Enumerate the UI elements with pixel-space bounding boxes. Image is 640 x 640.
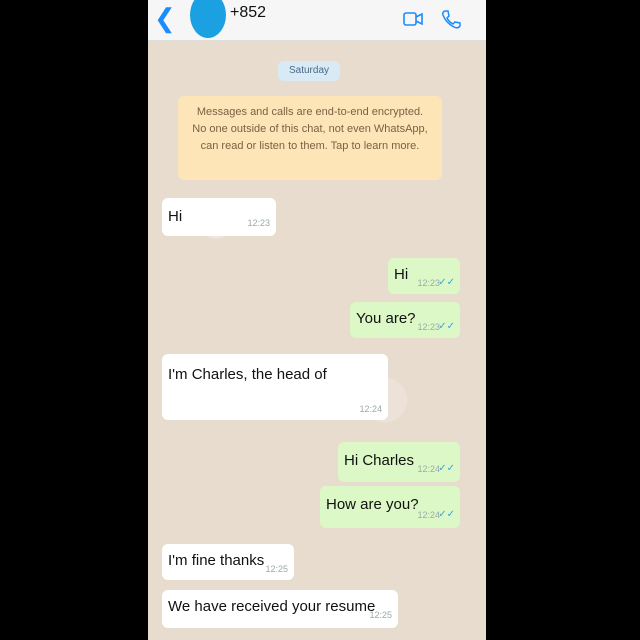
message-time: 12:25 bbox=[369, 610, 392, 620]
message-text: We have received your resume bbox=[168, 598, 376, 615]
read-ticks-icon: ✓✓ bbox=[438, 463, 455, 474]
avatar[interactable] bbox=[190, 0, 226, 38]
phone-screen: ❮ +852 Saturday Messages and calls are e… bbox=[148, 0, 486, 640]
message-time: 12:23 bbox=[247, 218, 270, 228]
encryption-notice[interactable]: Messages and calls are end-to-end encryp… bbox=[178, 96, 442, 180]
message-text: I'm Charles, the head of bbox=[168, 366, 327, 383]
message-text: Hi Charles bbox=[344, 452, 415, 469]
read-ticks-icon: ✓✓ bbox=[438, 277, 455, 288]
message-time: 12:23 bbox=[417, 322, 440, 332]
outgoing-message[interactable]: Hi Charles 12:24 ✓✓ bbox=[338, 442, 460, 482]
incoming-message[interactable]: I'm fine thanks 12:25 bbox=[162, 544, 294, 580]
message-text: How are you? bbox=[326, 496, 419, 513]
message-time: 12:24 bbox=[417, 510, 440, 520]
message-text: I'm fine thanks bbox=[168, 552, 265, 569]
message-time: 12:24 bbox=[417, 464, 440, 474]
message-time: 12:23 bbox=[417, 278, 440, 288]
contact-name[interactable]: +852 bbox=[230, 4, 266, 22]
message-time: 12:24 bbox=[359, 404, 382, 414]
read-ticks-icon: ✓✓ bbox=[438, 509, 455, 520]
back-icon[interactable]: ❮ bbox=[154, 5, 176, 31]
incoming-message[interactable]: I'm Charles, the head of 12:24 bbox=[162, 354, 388, 420]
date-chip: Saturday bbox=[278, 61, 340, 81]
chat-header: ❮ +852 bbox=[148, 0, 486, 41]
outgoing-message[interactable]: How are you? 12:24 ✓✓ bbox=[320, 486, 460, 528]
message-time: 12:25 bbox=[265, 564, 288, 574]
incoming-message[interactable]: Hi 12:23 bbox=[162, 198, 276, 236]
outgoing-message[interactable]: You are? 12:23 ✓✓ bbox=[350, 302, 460, 338]
message-text: You are? bbox=[356, 310, 416, 327]
phone-icon[interactable] bbox=[440, 8, 462, 30]
read-ticks-icon: ✓✓ bbox=[438, 321, 455, 332]
message-text: Hi bbox=[394, 266, 409, 283]
message-text: Hi bbox=[168, 208, 183, 225]
incoming-message[interactable]: We have received your resume 12:25 bbox=[162, 590, 398, 628]
video-call-icon[interactable] bbox=[402, 8, 424, 30]
outgoing-message[interactable]: Hi 12:23 ✓✓ bbox=[388, 258, 460, 294]
